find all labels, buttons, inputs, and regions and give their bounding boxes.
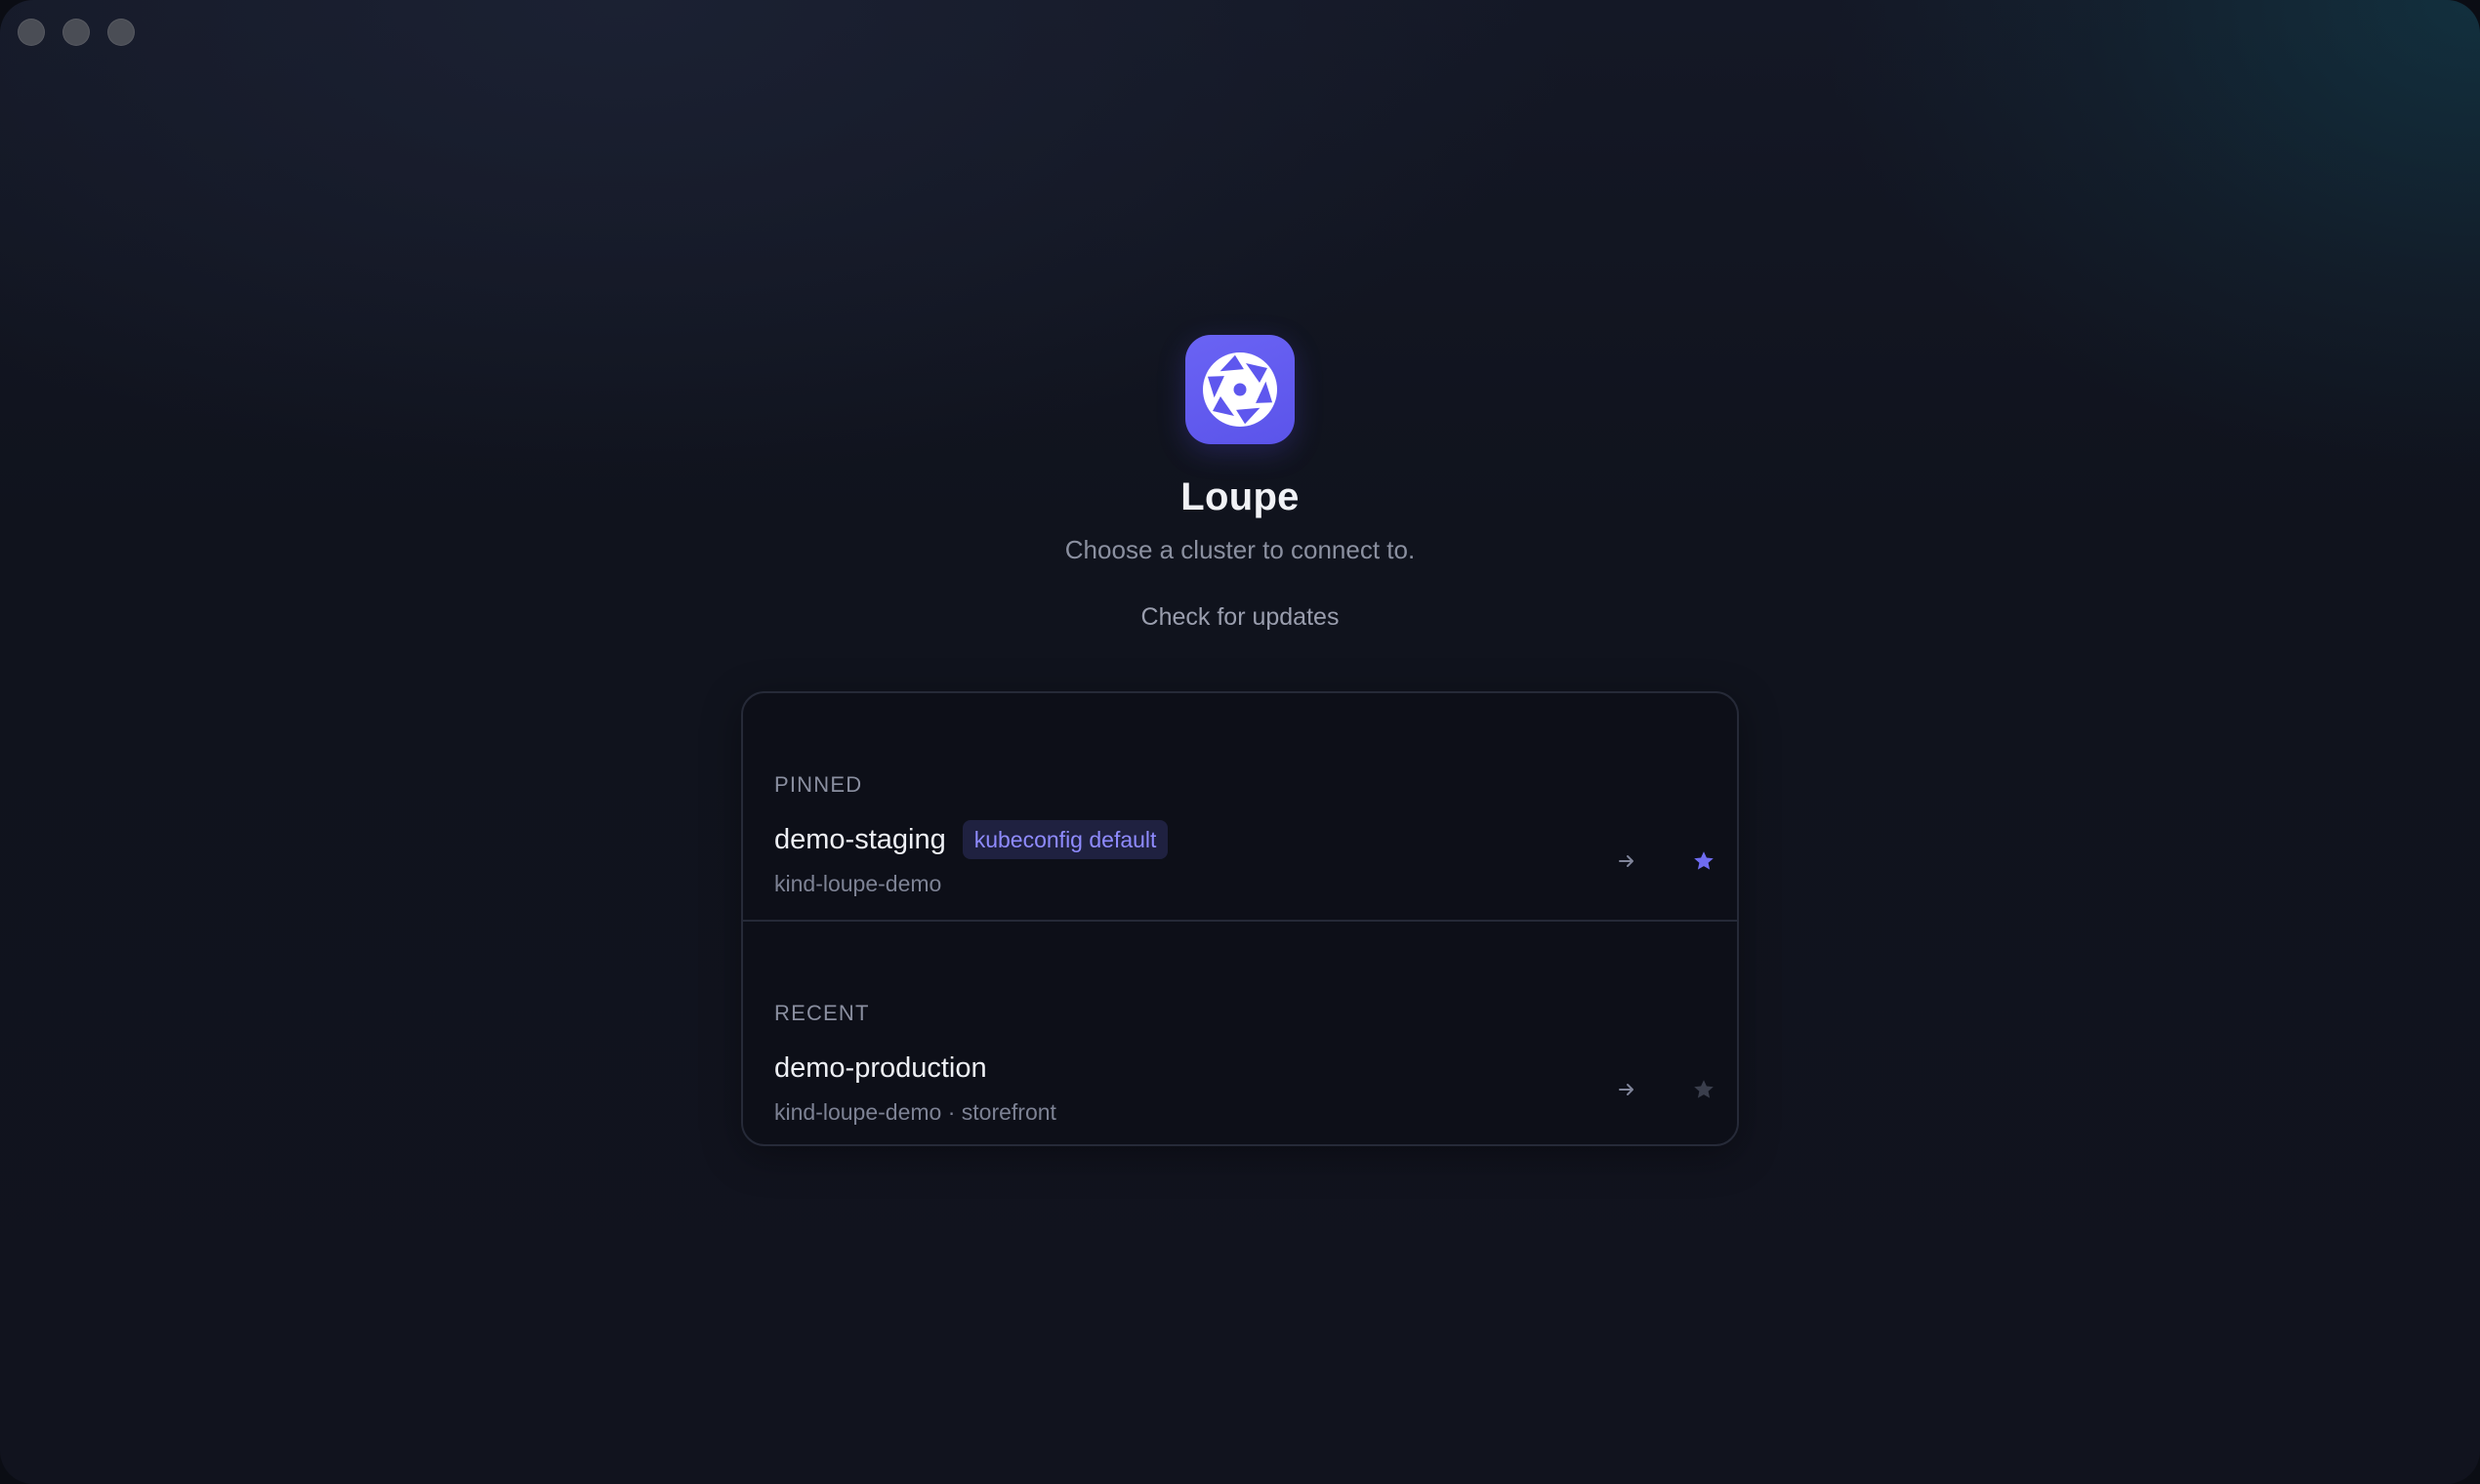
- aperture-icon: [1203, 352, 1277, 427]
- minimize-control[interactable]: [62, 19, 90, 46]
- cluster-name-line: demo-production: [774, 1049, 987, 1088]
- cluster-context: kind-loupe-demo · storefront: [774, 1099, 1056, 1125]
- section-label-pinned: PINNED: [774, 772, 863, 797]
- app-title: Loupe: [1180, 475, 1300, 518]
- close-control[interactable]: [18, 19, 45, 46]
- welcome-header: Loupe Choose a cluster to connect to. Ch…: [0, 335, 2480, 633]
- star-icon: [1694, 851, 1714, 870]
- cluster-context: kind-loupe-demo: [774, 871, 942, 896]
- kubeconfig-default-badge: kubeconfig default: [962, 820, 1169, 859]
- check-updates-link[interactable]: Check for updates: [1141, 601, 1340, 633]
- arrow-right-icon: [1619, 855, 1633, 867]
- window-controls: [18, 19, 135, 46]
- cluster-name-line: demo-staging kubeconfig default: [774, 820, 1169, 859]
- pin-star-button[interactable]: [1688, 1074, 1719, 1105]
- pinned-section: PINNED demo-staging kubeconfig default k…: [743, 693, 1737, 920]
- connect-arrow-button[interactable]: [1612, 1075, 1641, 1104]
- app-window: Loupe Choose a cluster to connect to. Ch…: [0, 0, 2480, 1484]
- connect-arrow-button[interactable]: [1612, 846, 1641, 876]
- app-subtitle: Choose a cluster to connect to.: [1064, 535, 1416, 564]
- cluster-list-card: PINNED demo-staging kubeconfig default k…: [741, 691, 1739, 1146]
- cluster-name: demo-staging: [774, 824, 946, 855]
- cluster-name: demo-production: [774, 1052, 987, 1084]
- star-icon: [1694, 1080, 1714, 1098]
- recent-section: RECENT demo-production kind-loupe-demo ·…: [743, 920, 1737, 1144]
- zoom-control[interactable]: [107, 19, 135, 46]
- cluster-row-demo-staging[interactable]: demo-staging kubeconfig default kind-lou…: [743, 820, 1737, 918]
- cluster-row-demo-production[interactable]: demo-production kind-loupe-demo · storef…: [743, 1049, 1737, 1144]
- section-label-recent: RECENT: [774, 1001, 870, 1025]
- pin-star-button[interactable]: [1688, 845, 1719, 877]
- arrow-right-icon: [1619, 1084, 1633, 1095]
- app-logo: [1185, 335, 1295, 444]
